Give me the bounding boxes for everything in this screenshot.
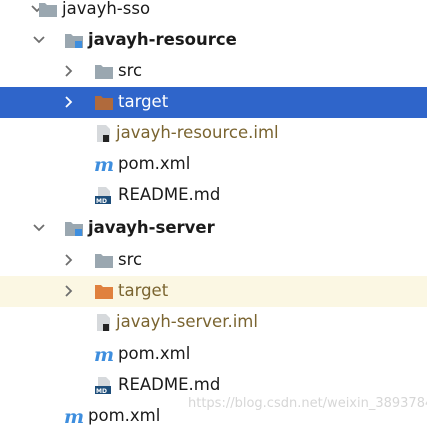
tree-label-readme: README.md (118, 375, 221, 394)
tree-label-javayh-resource: javayh-resource (88, 30, 237, 49)
maven-file-icon: m (94, 155, 114, 174)
tree-row-pom[interactable]: m pom.xml (0, 149, 427, 180)
excluded-folder-icon (94, 93, 114, 112)
svg-text:m: m (64, 407, 84, 426)
project-tree: javayh-sso javayh-resource src target ja… (0, 0, 427, 426)
tree-label-javayh-server: javayh-server (88, 218, 215, 237)
svg-text:m: m (94, 345, 114, 364)
tree-label-src: src (118, 250, 143, 269)
tree-row-javayh-server[interactable]: javayh-server (0, 213, 427, 244)
tree-label-pom: pom.xml (118, 344, 191, 363)
tree-label-readme: README.md (118, 185, 221, 204)
maven-file-icon: m (94, 345, 114, 364)
folder-icon (38, 0, 58, 19)
maven-file-icon: m (64, 407, 84, 426)
chevron-right-icon[interactable] (62, 253, 76, 267)
tree-row-target-excluded[interactable]: target (0, 276, 427, 307)
markdown-file-icon: MD (94, 186, 114, 205)
tree-row-iml[interactable]: javayh-server.iml (0, 307, 427, 338)
tree-label-pom: pom.xml (118, 154, 191, 173)
tree-row-iml[interactable]: javayh-resource.iml (0, 118, 427, 149)
tree-row-src[interactable]: src (0, 245, 427, 276)
tree-row-pom[interactable]: m pom.xml (0, 339, 427, 370)
iml-file-icon (94, 124, 114, 143)
tree-label-target: target (118, 281, 169, 300)
folder-icon (94, 251, 114, 270)
folder-icon (94, 62, 114, 81)
tree-label-javayh-sso: javayh-sso (62, 0, 151, 18)
tree-row-javayh-sso[interactable]: javayh-sso (0, 0, 427, 25)
tree-label-root-pom: pom.xml (88, 406, 161, 425)
markdown-file-icon: MD (94, 376, 114, 395)
tree-label-iml: javayh-resource.iml (116, 123, 279, 142)
iml-file-icon (94, 313, 114, 332)
tree-row-javayh-resource[interactable]: javayh-resource (0, 25, 427, 56)
svg-text:MD: MD (96, 388, 107, 395)
chevron-right-icon[interactable] (62, 95, 76, 109)
chevron-right-icon[interactable] (62, 64, 76, 78)
chevron-down-icon[interactable] (32, 33, 46, 47)
module-folder-icon (64, 219, 84, 238)
watermark: https://blog.csdn.net/weixin_38937840 (188, 396, 427, 411)
svg-text:m: m (94, 155, 114, 174)
chevron-down-icon[interactable] (32, 221, 46, 235)
module-folder-icon (64, 31, 84, 50)
tree-row-target-selected[interactable]: target (0, 87, 427, 118)
tree-label-target: target (118, 92, 169, 111)
svg-text:MD: MD (96, 198, 107, 205)
excluded-folder-icon (94, 282, 114, 301)
tree-label-iml: javayh-server.iml (116, 312, 258, 331)
tree-row-readme[interactable]: MD README.md (0, 180, 427, 211)
tree-label-src: src (118, 61, 143, 80)
chevron-right-icon[interactable] (62, 284, 76, 298)
tree-row-src[interactable]: src (0, 56, 427, 87)
